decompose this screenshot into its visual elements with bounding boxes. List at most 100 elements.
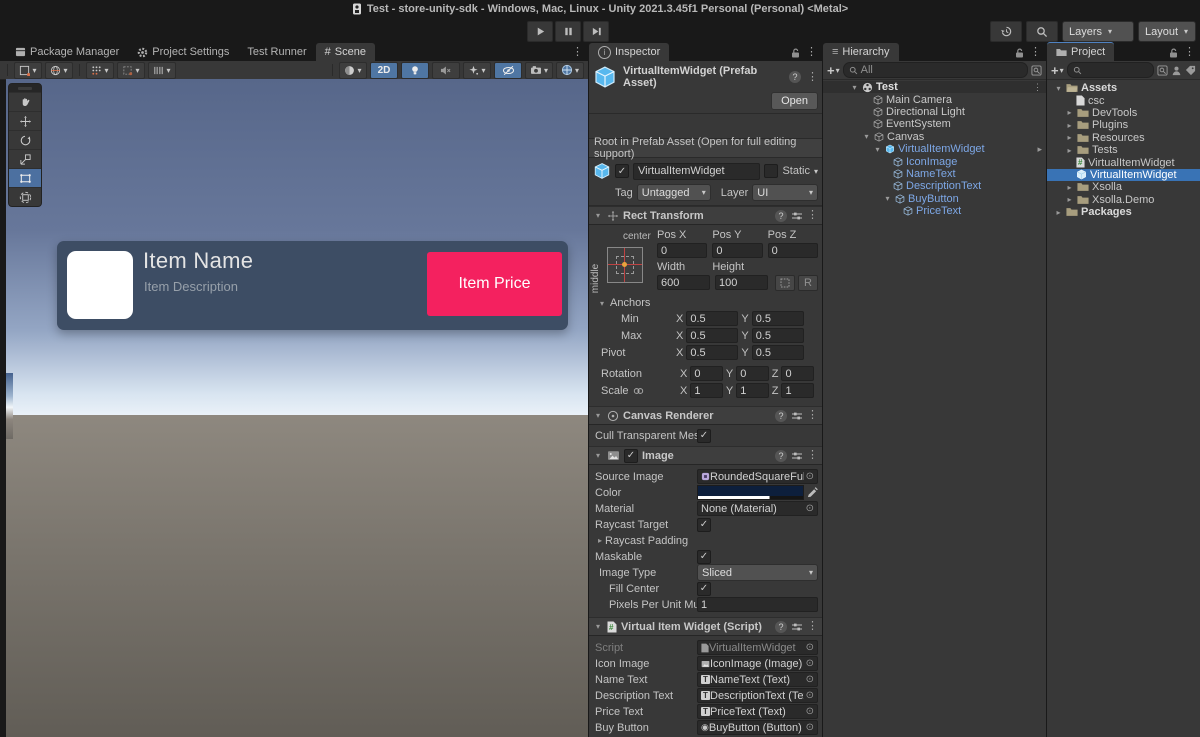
image-enabled-checkbox[interactable]: ✓ [624,449,638,463]
object-picker-icon[interactable]: ⊙ [806,471,814,482]
height-field[interactable]: 100 [715,275,768,290]
material-field[interactable]: None (Material) ⊙ [697,501,818,516]
play-button[interactable] [527,21,553,42]
scale-z-field[interactable]: 1 [781,383,814,398]
scene-viewport[interactable]: Item Name Item Description Item Price [6,79,588,737]
grid-snap-button[interactable]: ▾ [86,62,114,79]
presets-icon[interactable] [791,411,803,421]
tag-dropdown[interactable]: Untagged▾ [637,184,711,201]
hierarchy-item-main-camera[interactable]: Main Camera [823,93,1046,105]
hierarchy-item-buybutton[interactable]: ▾ BuyButton [823,193,1046,205]
buy-button-preview[interactable]: Item Price [427,252,562,316]
price-text-field[interactable]: T PriceText (Text) ⊙ [697,704,818,719]
icon-image-field[interactable]: IconImage (Image) ⊙ [697,656,818,671]
scene-lighting-button[interactable] [401,62,429,79]
project-item-tests[interactable]: ▸ Tests [1047,144,1200,156]
kebab-menu-icon[interactable]: ⋮ [1030,47,1041,58]
shading-mode-button[interactable]: ▾ [339,62,367,79]
pivot-x-field[interactable]: 0.5 [686,345,738,360]
static-checkbox[interactable] [764,164,778,178]
canvas-renderer-header[interactable]: ▾ Canvas Renderer ? ⋮ [589,406,822,425]
kebab-menu-icon[interactable]: ⋮ [807,72,818,83]
rect-transform-header[interactable]: ▾ Rect Transform ? ⋮ [589,206,822,225]
pixels-per-unit-field[interactable]: 1 [697,597,818,612]
anchor-max-y-field[interactable]: 0.5 [752,328,804,343]
hierarchy-item-eventsystem[interactable]: EventSystem [823,118,1046,130]
avatar-filter-icon[interactable] [1171,65,1182,76]
maskable-checkbox[interactable]: ✓ [697,550,711,564]
grid-visibility-button[interactable]: ▾ [148,62,176,79]
hierarchy-item-iconimage[interactable]: IconImage [823,155,1046,167]
image-component-header[interactable]: ▾ ✓ Image ? ⋮ [589,446,822,465]
tool-handle-rotation-button[interactable]: ▾ [45,62,73,79]
open-search-window-icon[interactable] [1157,65,1168,76]
project-item-devtools[interactable]: ▸ DevTools [1047,107,1200,119]
item-icon-image[interactable] [67,251,133,319]
gizmos-button[interactable]: ▾ [556,62,584,79]
presets-icon[interactable] [791,211,803,221]
fill-center-checkbox[interactable]: ✓ [697,582,711,596]
kebab-menu-icon[interactable]: ⋮ [572,47,583,58]
rotation-y-field[interactable]: 0 [736,366,769,381]
help-icon[interactable]: ? [775,410,787,422]
blueprint-mode-button[interactable] [775,275,795,291]
project-item-assets[interactable]: ▾ Assets [1047,82,1200,94]
project-item-packages[interactable]: ▸ Packages [1047,206,1200,218]
rotation-x-field[interactable]: 0 [690,366,723,381]
cull-transparent-mesh-checkbox[interactable]: ✓ [697,429,711,443]
pause-button[interactable] [555,21,581,42]
open-search-window-icon[interactable] [1031,65,1042,76]
project-item-plugins[interactable]: ▸ Plugins [1047,119,1200,131]
project-item-xsolla[interactable]: ▸ Xsolla [1047,181,1200,193]
create-asset-button[interactable]: +▾ [1051,63,1064,78]
foldout-icon[interactable]: ▾ [593,211,603,220]
tools-drag-handle[interactable] [9,84,41,92]
hierarchy-item-pricetext[interactable]: PriceText [823,205,1046,217]
lock-icon[interactable] [1169,48,1178,58]
snap-increment-button[interactable]: ▾ [117,62,145,79]
move-tool-button[interactable] [9,111,41,130]
chevron-down-icon[interactable]: ▾ [814,167,818,176]
tool-handle-position-button[interactable]: ▾ [14,62,42,79]
hierarchy-item-directional-light[interactable]: Directional Light [823,106,1046,118]
project-search-input[interactable] [1067,62,1154,78]
layer-dropdown[interactable]: UI▾ [752,184,818,201]
hierarchy-item-descriptiontext[interactable]: DescriptionText [823,180,1046,192]
kebab-menu-icon[interactable]: ⋮ [807,210,818,221]
hierarchy-item-nametext[interactable]: NameText [823,168,1046,180]
eyedropper-icon[interactable] [807,487,818,498]
project-item-resources[interactable]: ▸ Resources [1047,132,1200,144]
hierarchy-item-virtualitemwidget[interactable]: ▾ VirtualItemWidget ▸ [823,143,1046,155]
2d-toggle-button[interactable]: 2D [370,62,398,79]
hierarchy-search-input[interactable]: All [843,62,1028,78]
anchor-max-x-field[interactable]: 0.5 [686,328,738,343]
layout-dropdown[interactable]: Layout▾ [1138,21,1196,42]
open-prefab-button[interactable]: Open [771,92,818,110]
pos-x-field[interactable]: 0 [657,243,707,258]
gameobject-name-field[interactable]: VirtualItemWidget [633,163,760,180]
name-text-field[interactable]: T NameText (Text) ⊙ [697,672,818,687]
kebab-menu-icon[interactable]: ⋮ [1033,82,1046,93]
virtual-item-widget-preview[interactable]: Item Name Item Description Item Price [57,241,568,330]
view-tool-button[interactable] [9,92,41,111]
kebab-menu-icon[interactable]: ⋮ [806,47,817,58]
create-button[interactable]: +▾ [827,63,840,78]
raw-edit-button[interactable]: R [798,275,818,291]
scale-x-field[interactable]: 1 [690,383,723,398]
description-text-field[interactable]: T DescriptionText (Text) ⊙ [697,688,818,703]
scale-y-field[interactable]: 1 [736,383,769,398]
tab-test-runner[interactable]: Test Runner [238,43,315,61]
link-icon[interactable] [633,387,644,395]
prefab-open-chevron-icon[interactable]: ▸ [1037,144,1046,155]
hierarchy-item-test[interactable]: ▾ Test ⋮ [823,81,1046,93]
anchor-min-x-field[interactable]: 0.5 [686,311,738,326]
pivot-y-field[interactable]: 0.5 [752,345,804,360]
help-icon[interactable]: ? [775,210,787,222]
tab-inspector[interactable]: i Inspector [589,43,669,61]
script-component-header[interactable]: ▾ # Virtual Item Widget (Script) ? ⋮ [589,617,822,636]
lock-icon[interactable] [791,48,800,58]
project-item-virtualitemwidget-prefab[interactable]: VirtualItemWidget [1047,169,1200,181]
rotate-tool-button[interactable] [9,130,41,149]
foldout-icon[interactable]: ▾ [597,299,607,308]
project-item-csc[interactable]: csc [1047,94,1200,106]
